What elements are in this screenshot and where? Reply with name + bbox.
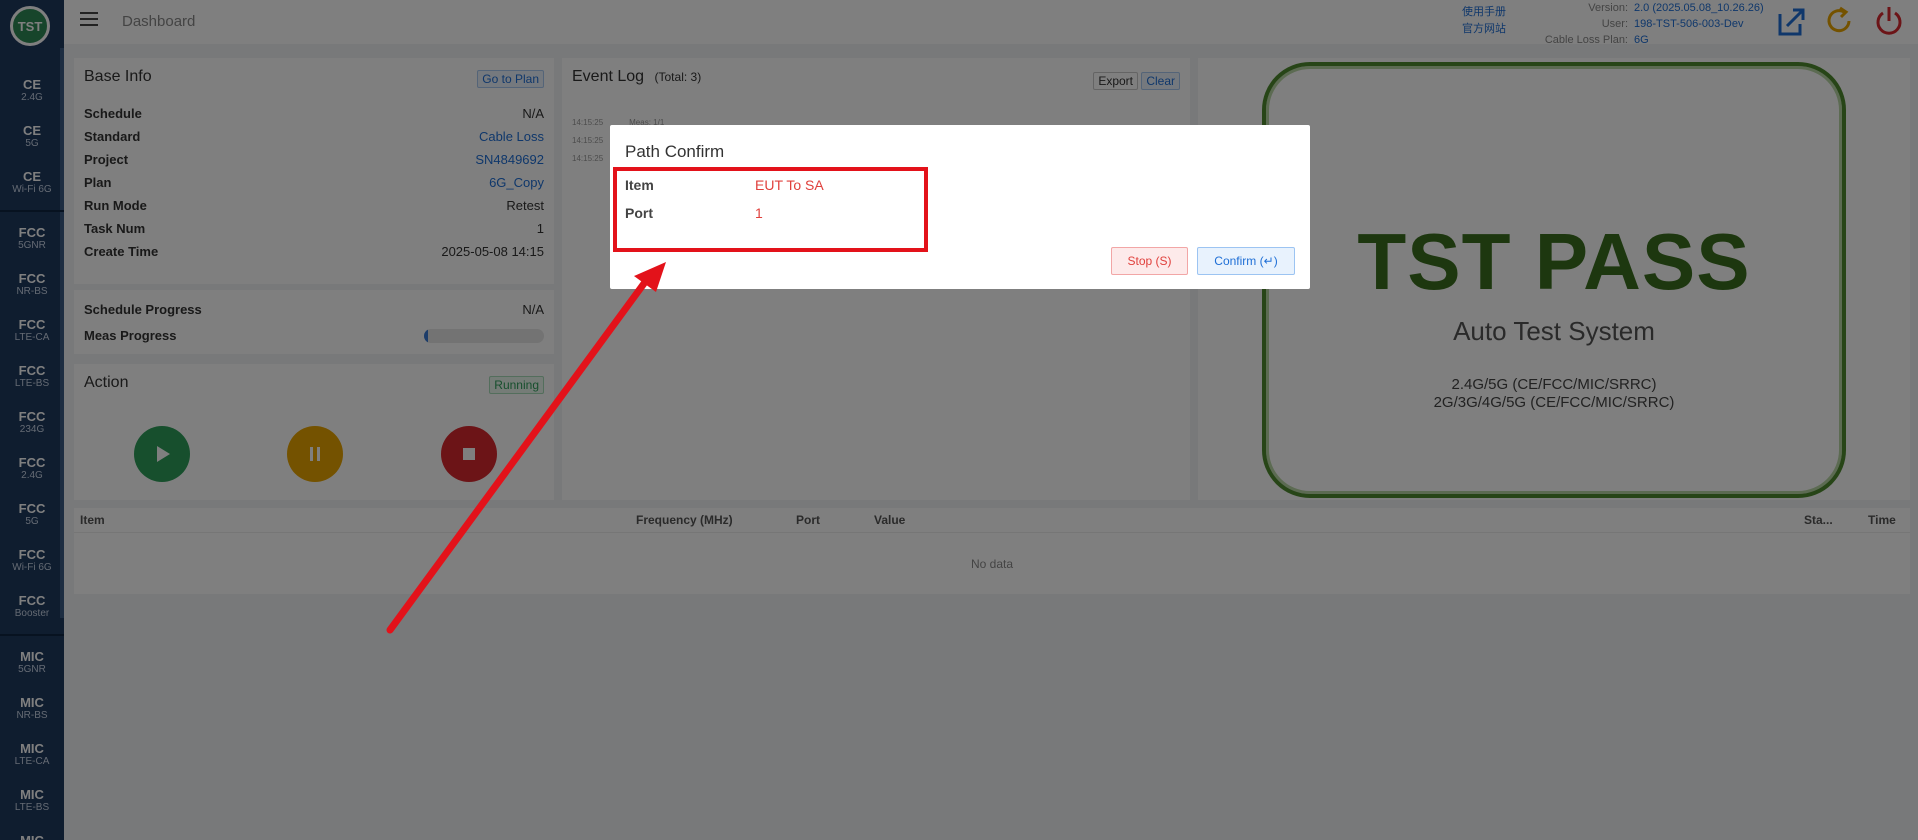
dialog-title: Path Confirm: [625, 142, 725, 161]
stop-dialog-button[interactable]: Stop (S): [1111, 247, 1188, 275]
highlight-box: [613, 167, 928, 252]
confirm-dialog-button[interactable]: Confirm (↵): [1197, 247, 1295, 275]
